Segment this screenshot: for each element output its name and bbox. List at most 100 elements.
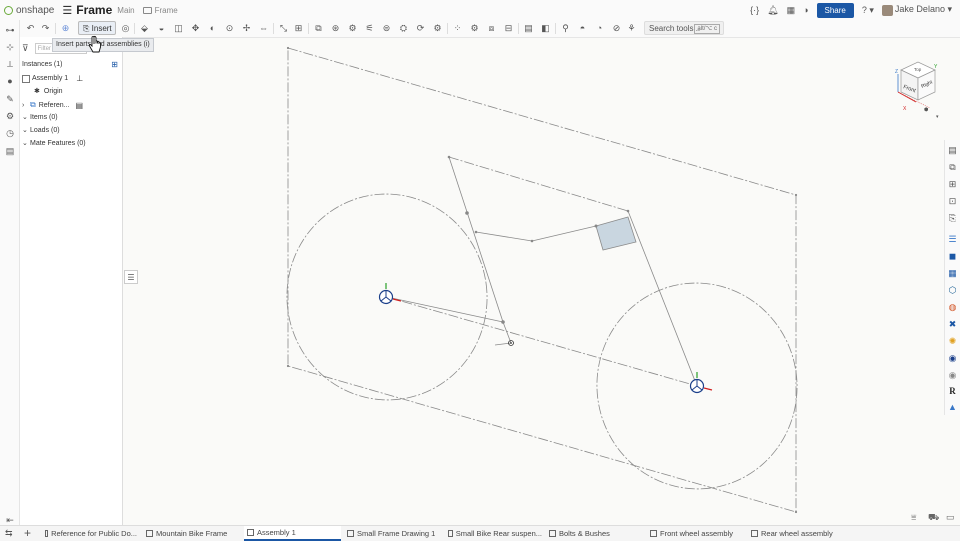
code-icon[interactable]: {·} <box>750 5 759 15</box>
cam-icon[interactable]: ⟳ <box>415 23 426 34</box>
appearance-panel-icon[interactable]: ▤ <box>947 145 958 156</box>
tab-small-bike-rear[interactable]: Small Bike Rear suspen... <box>448 526 542 541</box>
chevron-down-icon[interactable]: ⌄ <box>22 139 28 147</box>
eye-app-icon[interactable]: ◉ <box>947 370 958 381</box>
config-panel-icon[interactable]: ⊞ <box>947 179 958 190</box>
mass-props-icon[interactable]: ⊡ <box>947 196 958 207</box>
render-icon[interactable]: ⚘ <box>626 23 637 34</box>
width-mate-icon[interactable]: ⊞ <box>293 23 304 34</box>
tree-item-reference[interactable]: › ⧉ Referen... ▤ <box>22 100 83 110</box>
tab-bolts-bushes[interactable]: Bolts & Bushes <box>549 526 643 541</box>
insert-button[interactable]: ⎘ Insert <box>78 21 116 35</box>
ball-mate-icon[interactable]: ✢ <box>241 23 252 34</box>
tab-mountain-bike-frame[interactable]: Mountain Bike Frame <box>146 526 236 541</box>
tree-folder-loads[interactable]: ⌄ Loads (0) <box>22 126 60 135</box>
app-store-icon[interactable]: ▦ <box>787 5 796 16</box>
graphics-settings-icon[interactable]: ⩸ <box>911 512 916 523</box>
group-icon[interactable]: ⧉ <box>313 23 324 34</box>
user-menu[interactable]: Jake Delano ▾ <box>881 4 952 16</box>
app-icon-2[interactable]: ◼ <box>947 251 958 262</box>
named-positions-icon[interactable]: ▤ <box>523 23 534 34</box>
bom-icon[interactable]: ⊟ <box>503 23 514 34</box>
onshape-logo[interactable]: onshape <box>4 5 54 16</box>
circular-pattern-icon[interactable]: ⚙ <box>469 23 480 34</box>
notes-icon[interactable]: ✎ <box>5 94 15 104</box>
parts-panel-icon[interactable]: ⧉ <box>947 162 958 173</box>
view-icon[interactable]: ◔ <box>594 23 605 34</box>
bom-panel-icon[interactable]: ▤ <box>5 146 15 156</box>
tree-item-label: Origin <box>43 87 63 95</box>
tangent-mate-icon[interactable]: ⤡ <box>278 23 289 34</box>
tab-front-wheel[interactable]: Front wheel assembly <box>650 526 748 541</box>
screw-relation-icon[interactable]: ⊜ <box>381 23 392 34</box>
sync-icon[interactable]: ⊕ <box>60 23 71 34</box>
gear-relation-icon[interactable]: ⚙ <box>347 23 358 34</box>
linear-relation-icon[interactable]: ⛭ <box>398 23 409 34</box>
history-icon[interactable]: ◷ <box>5 128 15 138</box>
mate-connector-icon[interactable]: ⊛ <box>330 23 341 34</box>
redo-icon[interactable]: ↷ <box>40 23 51 34</box>
measure-icon[interactable]: ⚲ <box>560 23 571 34</box>
display-states-icon[interactable]: ◧ <box>540 23 551 34</box>
cube-app-icon[interactable]: ⬡ <box>947 285 958 296</box>
share-button[interactable]: Share <box>816 2 854 18</box>
linear-pattern-icon[interactable]: ⁘ <box>452 23 463 34</box>
filter-icon[interactable]: ⊽ <box>22 43 29 54</box>
fastened-mate-icon[interactable]: ⬙ <box>139 23 150 34</box>
color-app-icon[interactable]: ✺ <box>947 336 958 347</box>
undo-icon[interactable]: ↶ <box>25 23 36 34</box>
instances-icon[interactable]: ⊹ <box>5 42 15 52</box>
chevron-right-icon[interactable]: › <box>22 102 28 109</box>
document-title[interactable]: Frame <box>76 3 112 17</box>
feature-list-icon[interactable]: ⊶ <box>5 25 15 35</box>
comments-icon[interactable]: ● <box>5 76 15 86</box>
configurations-icon[interactable]: ⚙ <box>5 111 15 121</box>
tab-small-frame-drawing[interactable]: Small Frame Drawing 1 <box>347 526 441 541</box>
revolute-mate-icon[interactable]: ◒ <box>156 23 167 34</box>
app-icon-1[interactable]: ☰ <box>947 234 958 245</box>
planar-mate-icon[interactable]: ✥ <box>190 23 201 34</box>
tree-folder-mate-features[interactable]: ⌄ Mate Features (0) <box>22 139 86 148</box>
replicate-icon[interactable]: ◎ <box>120 23 131 34</box>
tree-folder-items[interactable]: ⌄ Items (0) <box>22 113 58 122</box>
tree-item-origin[interactable]: ✱ Origin <box>34 87 63 96</box>
mates-icon[interactable]: ⟂ <box>5 59 15 69</box>
x-app-icon[interactable]: ✖ <box>947 319 958 330</box>
parallel-mate-icon[interactable]: ⇔ <box>258 23 269 34</box>
calendar-icon[interactable]: ▦ <box>947 268 958 279</box>
explode-icon[interactable]: ⚙ <box>432 23 443 34</box>
chevron-down-icon[interactable]: ⌄ <box>22 113 28 121</box>
graphics-area[interactable] <box>0 0 960 540</box>
car-icon[interactable]: ⛟ <box>928 512 939 524</box>
learning-center-icon[interactable]: ◑ <box>803 5 808 15</box>
cylindrical-mate-icon[interactable]: ◐ <box>207 23 218 34</box>
view-cube[interactable]: Top Front Right Z X Y ⬢ ▾ <box>890 50 948 118</box>
view-options-icon[interactable]: ▭ <box>946 512 955 523</box>
list-view-icon[interactable]: ☰ <box>124 270 138 284</box>
triangle-app-icon[interactable]: ▲ <box>947 402 958 413</box>
render-app-icon[interactable]: ◍ <box>947 302 958 313</box>
help-button[interactable]: ? ▾ <box>862 5 874 16</box>
pin-slot-mate-icon[interactable]: ⊙ <box>224 23 235 34</box>
section-view-icon[interactable]: ◓ <box>577 23 588 34</box>
menu-icon[interactable]: ☰ <box>62 4 72 17</box>
tree-item-assembly[interactable]: Assembly 1 ⊥ <box>22 74 83 83</box>
add-tab-icon[interactable]: + <box>24 526 31 540</box>
r-app-icon[interactable]: R <box>947 386 958 397</box>
compass-app-icon[interactable]: ◉ <box>947 353 958 364</box>
rack-pinion-icon[interactable]: ⚟ <box>364 23 375 34</box>
tab-rear-wheel[interactable]: Rear wheel assembly <box>751 526 849 541</box>
collapse-icon[interactable]: ⇤ <box>5 515 15 525</box>
appearance-icon[interactable]: ⊘ <box>611 23 622 34</box>
chevron-down-icon[interactable]: ⌄ <box>22 126 28 134</box>
mirror-icon[interactable]: ⧈ <box>486 23 497 34</box>
new-folder-icon[interactable]: ⊞ <box>111 60 118 69</box>
export-icon[interactable]: ⎘ <box>947 213 958 224</box>
notifications-icon[interactable]: 🔔︎ <box>767 5 778 16</box>
slider-mate-icon[interactable]: ◫ <box>173 23 184 34</box>
tab-manager-icon[interactable]: ⇆ <box>5 528 13 539</box>
search-tools-input[interactable]: Search tools... alt/⌥ c <box>644 21 724 35</box>
breadcrumb[interactable]: Frame <box>142 6 178 15</box>
tab-reference[interactable]: Reference for Public Do... <box>45 526 137 541</box>
tab-assembly-1[interactable]: Assembly 1 <box>244 526 341 541</box>
